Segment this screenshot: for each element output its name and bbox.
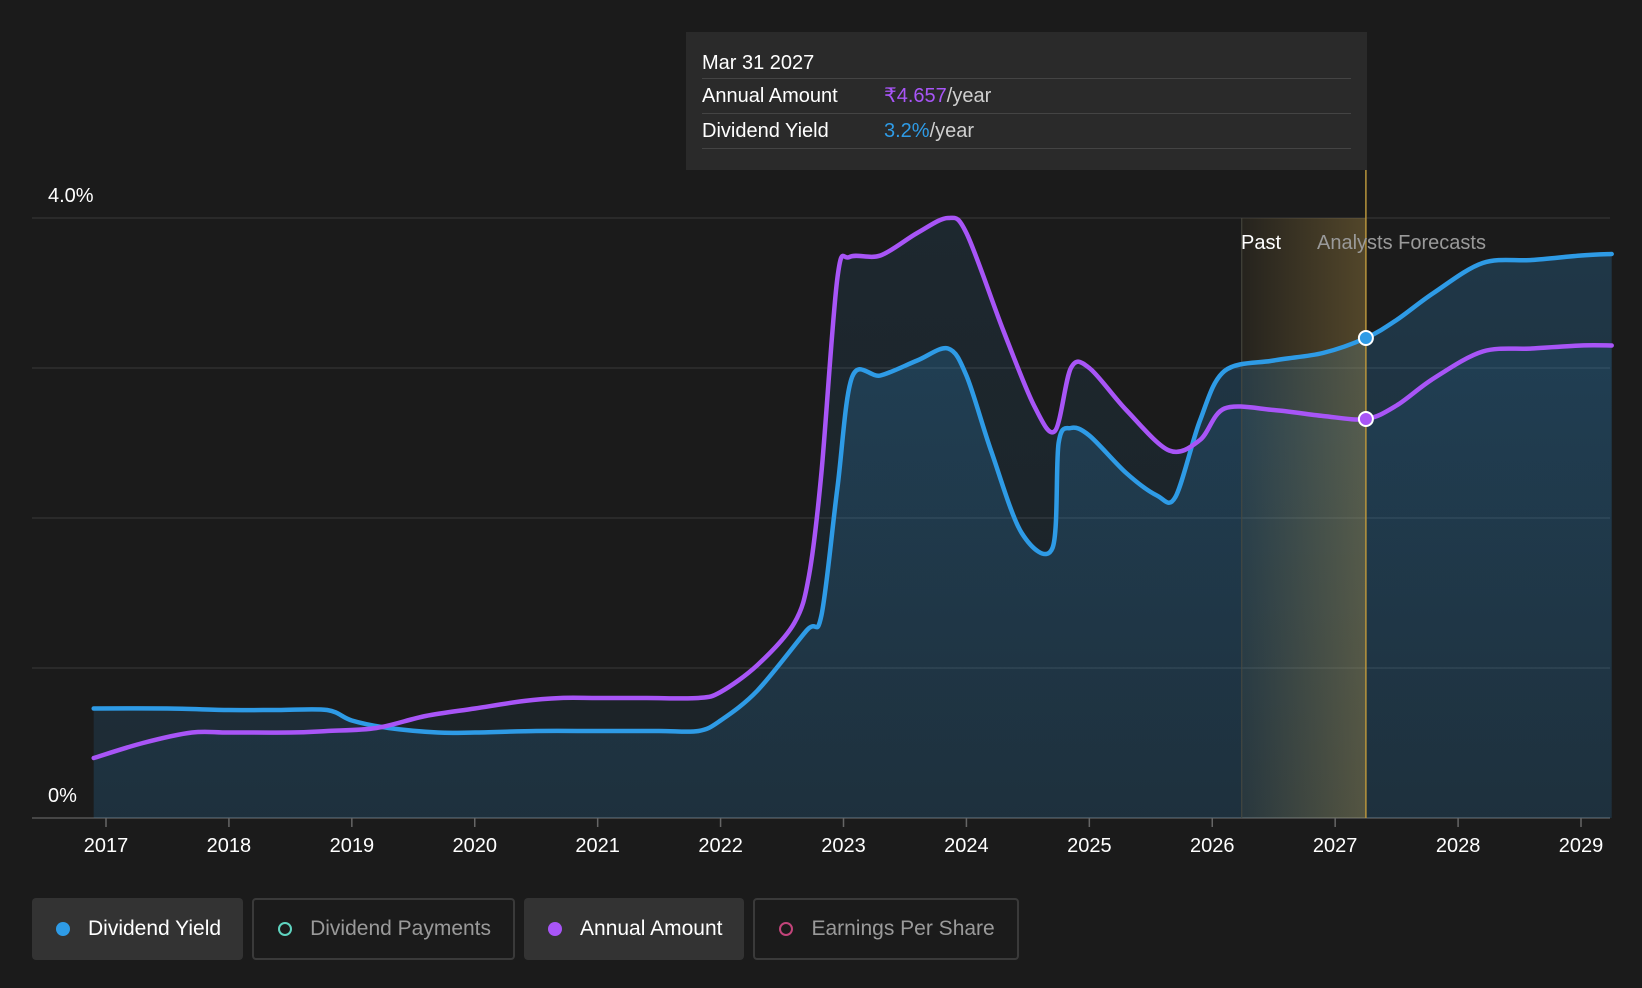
x-tick-label: 2023 <box>821 835 866 857</box>
tooltip-annual-value: ₹4.657 <box>884 85 947 107</box>
tooltip-row-annual: Annual Amount ₹4.657 /year <box>702 78 1351 113</box>
legend-annual-amount-label: Annual Amount <box>580 917 723 940</box>
tooltip-annual-unit: /year <box>946 85 992 107</box>
chart-legend: Dividend Yield Dividend Payments Annual … <box>32 898 1019 960</box>
y-tick-label-bottom: 0% <box>48 785 77 807</box>
legend-dividend-payments-label: Dividend Payments <box>310 917 492 940</box>
past-label: Past <box>1241 232 1281 254</box>
x-tick-label: 2017 <box>84 835 129 857</box>
tooltip-date: Mar 31 2027 <box>702 52 815 74</box>
x-tick-label: 2028 <box>1436 835 1481 857</box>
tooltip-annual-label: Annual Amount <box>702 85 838 107</box>
x-tick-label: 2029 <box>1559 835 1604 857</box>
x-tick-label: 2022 <box>698 835 743 857</box>
legend-dividend-yield-label: Dividend Yield <box>88 917 222 940</box>
legend-earnings-per-share-button[interactable]: Earnings Per Share <box>753 898 1019 960</box>
x-tick-label: 2026 <box>1190 835 1235 857</box>
dividend-payments-dot-icon <box>278 922 293 936</box>
earnings-per-share-dot-icon <box>779 922 794 936</box>
tooltip-yield-label: Dividend Yield <box>702 120 829 142</box>
yield-cursor-point <box>1357 330 1374 346</box>
tooltip-row-yield: Dividend Yield 3.2% /year <box>702 113 1351 149</box>
x-tick-label: 2027 <box>1313 835 1358 857</box>
annual-cursor-point <box>1357 411 1374 427</box>
annual-amount-dot-icon <box>548 922 563 936</box>
forecast-label: Analysts Forecasts <box>1317 232 1486 254</box>
tooltip-yield-value: 3.2% <box>884 120 930 142</box>
chart-tooltip: Mar 31 2027 Annual Amount ₹4.657 /year D… <box>686 32 1367 170</box>
x-tick-label: 2025 <box>1067 835 1112 857</box>
legend-dividend-yield-button[interactable]: Dividend Yield <box>32 898 244 960</box>
forecast-highlight-rect <box>1241 218 1366 818</box>
x-tick-label: 2018 <box>207 835 252 857</box>
y-tick-label-top: 4.0% <box>48 185 94 207</box>
legend-annual-amount-button[interactable]: Annual Amount <box>524 898 745 960</box>
legend-earnings-per-share-label: Earnings Per Share <box>811 917 995 940</box>
x-tick-label: 2020 <box>453 835 498 857</box>
x-tick-label: 2021 <box>575 835 620 857</box>
dividend-yield-dot-icon <box>56 922 70 936</box>
x-tick-label: 2019 <box>330 835 375 857</box>
legend-dividend-payments-button[interactable]: Dividend Payments <box>252 898 516 960</box>
x-tick-label: 2024 <box>944 835 989 857</box>
past-highlight-band <box>1241 170 1367 818</box>
tooltip-yield-unit: /year <box>929 120 975 142</box>
x-axis: 2017 2018 2019 2020 2021 2022 2023 2024 2025 2026… <box>84 818 1604 857</box>
